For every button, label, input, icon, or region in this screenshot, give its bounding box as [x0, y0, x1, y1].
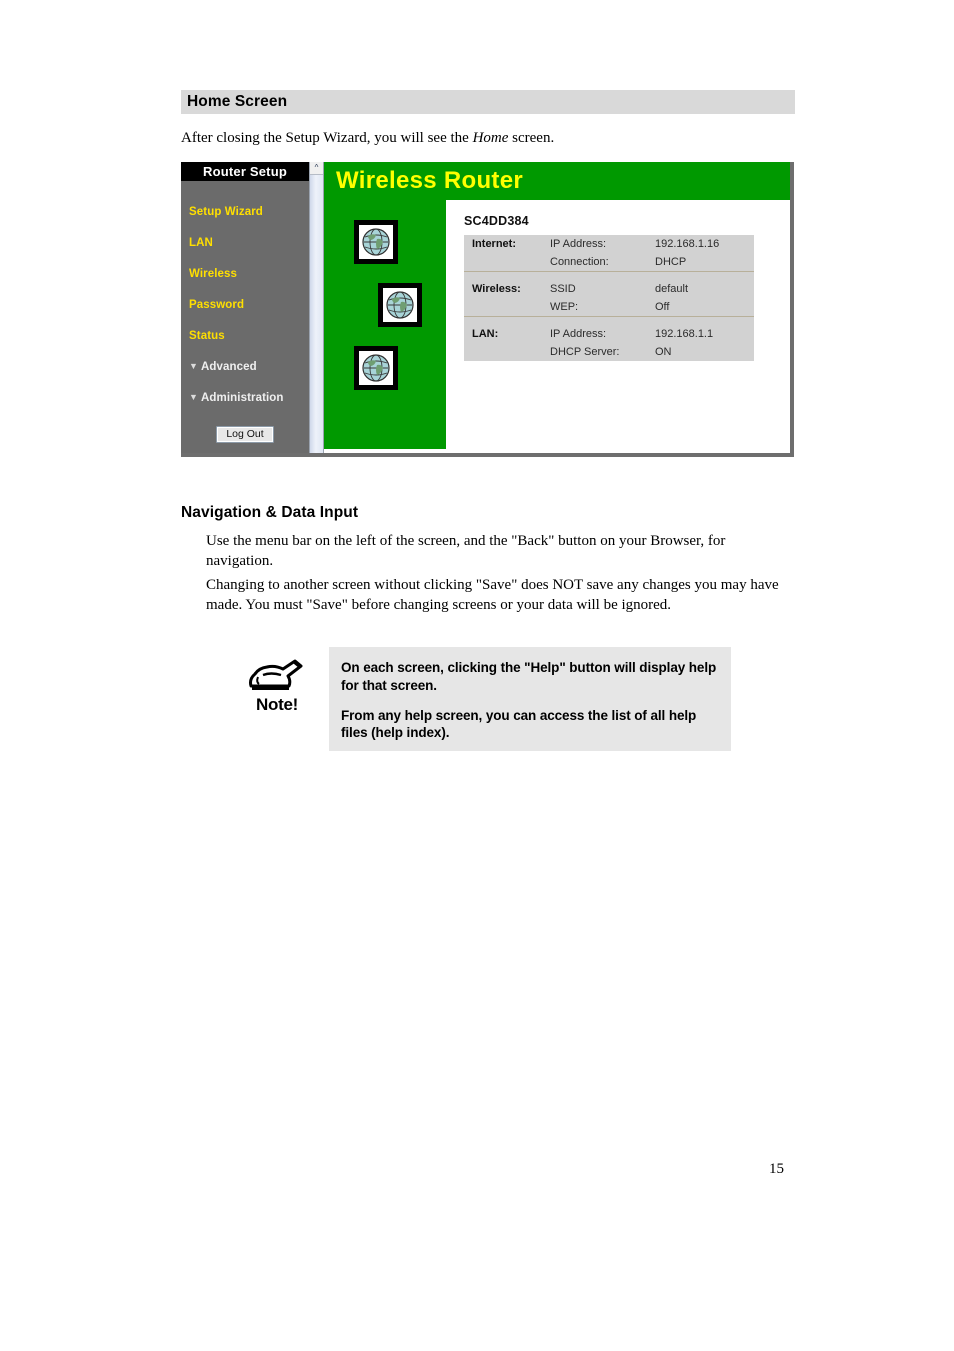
section-heading-bar: Home Screen: [181, 90, 795, 114]
router-sidebar: Router Setup Setup Wizard LAN Wireless P…: [181, 162, 309, 453]
router-status-panel: SC4DD384 Internet: IP Address: 192.168.1…: [446, 200, 790, 449]
status-key: IP Address:: [550, 238, 607, 250]
chevron-down-icon: ▼: [189, 361, 199, 371]
sidebar-item-administration-label: Administration: [201, 392, 284, 404]
status-group-label-lan: LAN:: [472, 328, 499, 340]
note-line-2: From any help screen, you can access the…: [341, 707, 697, 741]
status-table: Internet: IP Address: 192.168.1.16 Conne…: [464, 235, 754, 361]
status-key: SSID: [550, 283, 576, 295]
globe-icon: [354, 220, 398, 264]
navigation-paragraph-1: Use the menu bar on the left of the scre…: [206, 533, 726, 570]
log-out-button[interactable]: Log Out: [216, 426, 274, 443]
logout-row: Log Out: [181, 424, 309, 453]
sidebar-item-administration[interactable]: ▼ Administration: [181, 383, 309, 414]
sidebar-item-wireless[interactable]: Wireless: [181, 259, 309, 290]
globe-icon: [378, 283, 422, 327]
status-group-label-wireless: Wireless:: [472, 283, 521, 295]
sidebar-item-setup-wizard[interactable]: Setup Wizard: [181, 197, 309, 228]
router-green-column: [324, 200, 446, 449]
navigation-paragraph-2: Changing to another screen without click…: [206, 577, 779, 614]
chevron-down-icon: ▼: [189, 392, 199, 402]
table-row: Internet: IP Address: 192.168.1.16: [464, 235, 754, 253]
note-icon-label: Note!: [256, 695, 298, 714]
status-value: ON: [655, 346, 672, 358]
status-key: IP Address:: [550, 328, 607, 340]
vertical-scrollbar[interactable]: ^: [309, 162, 324, 453]
sidebar-item-advanced-label: Advanced: [201, 361, 257, 373]
sidebar-header: Router Setup: [181, 162, 309, 181]
sidebar-menu: Setup Wizard LAN Wireless Password Statu…: [181, 181, 309, 424]
sidebar-item-status[interactable]: Status: [181, 321, 309, 352]
router-main-area: Wireless Router SC4DD384 Internet: IP Ad…: [324, 162, 790, 453]
router-screenshot-figure: Router Setup Setup Wizard LAN Wireless P…: [181, 162, 794, 457]
status-key: WEP:: [550, 301, 579, 313]
intro-italic-home: Home: [472, 130, 509, 146]
status-label-spacer: [464, 343, 550, 361]
status-label-spacer: [464, 253, 550, 271]
note-callout-box: On each screen, clicking the "Help" butt…: [329, 647, 731, 751]
router-body: SC4DD384 Internet: IP Address: 192.168.1…: [324, 200, 790, 449]
table-row: Connection: DHCP: [464, 253, 754, 271]
sidebar-item-password[interactable]: Password: [181, 290, 309, 321]
intro-suffix: screen.: [508, 130, 555, 146]
status-key: DHCP Server:: [550, 346, 620, 358]
router-banner: Wireless Router: [324, 162, 790, 200]
page-number: 15: [769, 1161, 784, 1177]
table-row: Wireless: SSID default: [464, 280, 754, 298]
status-value: DHCP: [655, 256, 687, 268]
device-name: SC4DD384: [464, 214, 529, 228]
table-row: DHCP Server: ON: [464, 343, 754, 361]
status-value: default: [655, 283, 689, 295]
note-line-1: On each screen, clicking the "Help" butt…: [341, 660, 717, 693]
page-title: Home Screen: [187, 93, 288, 110]
sidebar-item-advanced[interactable]: ▼ Advanced: [181, 352, 309, 383]
status-key: Connection:: [550, 256, 609, 268]
status-label-spacer: [464, 298, 550, 316]
globe-icon: [354, 346, 398, 390]
intro-paragraph: After closing the Setup Wizard, you will…: [181, 128, 801, 148]
table-row: WEP: Off: [464, 298, 754, 316]
table-group-separator: [464, 316, 754, 325]
status-value: 192.168.1.1: [655, 328, 714, 340]
status-value: Off: [655, 301, 670, 313]
navigation-section-heading: Navigation & Data Input: [181, 504, 359, 521]
scrollbar-thumb[interactable]: [310, 175, 323, 453]
sidebar-item-lan[interactable]: LAN: [181, 228, 309, 259]
intro-prefix: After closing the Setup Wizard, you will…: [181, 130, 473, 146]
table-group-separator: [464, 271, 754, 280]
status-value: 192.168.1.16: [655, 238, 720, 250]
note-icon: Note!: [245, 653, 309, 715]
status-group-label-internet: Internet:: [472, 238, 516, 250]
router-banner-title: Wireless Router: [336, 167, 524, 194]
scroll-up-arrow-icon[interactable]: ^: [310, 162, 323, 175]
table-row: LAN: IP Address: 192.168.1.1: [464, 325, 754, 343]
